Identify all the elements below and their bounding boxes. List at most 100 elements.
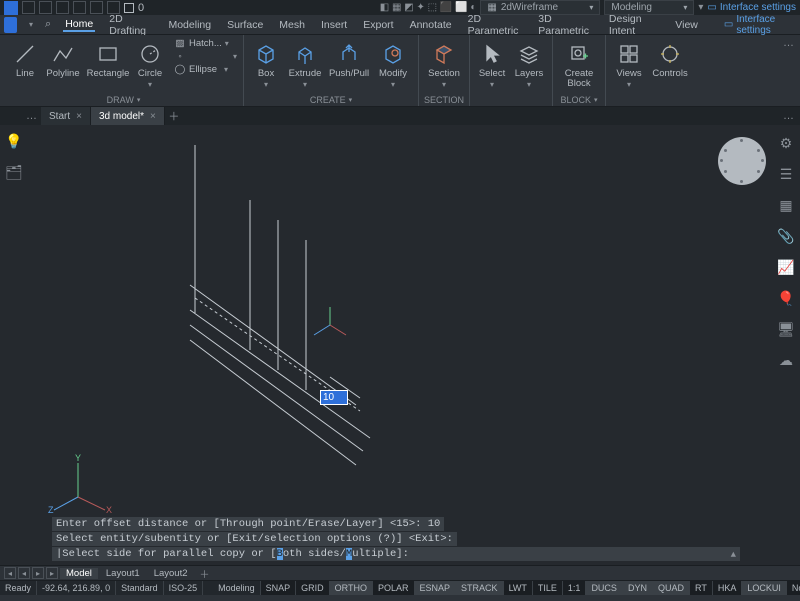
tabstrip-overflow-icon[interactable]: … [777,107,800,125]
menu-modeling[interactable]: Modeling [166,19,213,31]
layers-panel-icon[interactable]: ☰ [780,166,793,183]
chevron-down-icon[interactable]: ▾ [29,20,33,29]
tab-nav-first[interactable]: ◂ [4,567,16,579]
tool-section[interactable]: Section ▾ [423,37,465,91]
qa-button[interactable] [56,1,69,14]
menu-design-intent[interactable]: Design Intent [607,13,661,37]
toggle-lwt[interactable]: LWT [504,581,533,595]
toggle-hka[interactable]: HKA [713,581,743,595]
layout-tab-layout2[interactable]: Layout2 [148,568,194,579]
chevron-down-icon: ▾ [148,80,152,89]
toggle-snap[interactable]: SNAP [261,581,297,595]
tool-views[interactable]: Views ▾ [610,37,648,91]
tool-hatch[interactable]: ▨Hatch...▾ [172,37,239,50]
tool-ellipse[interactable]: ◯Ellipse▾ [172,63,239,76]
tab-nav-prev[interactable]: ◂ [18,567,30,579]
close-icon[interactable]: × [76,111,82,122]
chevron-down-icon: ▾ [627,80,631,89]
tool-rectangle[interactable]: Rectangle [84,37,132,81]
interface-settings-link-2[interactable]: ▭ Interface settings [724,14,796,36]
interface-settings-label: Interface settings [736,14,796,36]
quick-icons[interactable]: ◧ ▦ ◩ ✦ ⬚ ⬛ ⬜ ◐ [380,2,477,13]
chevron-down-icon: ▾ [391,80,395,89]
tool-modify[interactable]: Modify ▾ [372,37,414,91]
menu-home[interactable]: Home [63,18,95,32]
qa-button[interactable] [39,1,52,14]
tab-nav-last[interactable]: ▸ [46,567,58,579]
distance-input[interactable]: 10 [320,390,348,405]
tab-start[interactable]: Start × [41,107,91,125]
toggle-tile[interactable]: TILE [533,581,563,595]
toggle-ducs[interactable]: DUCS [586,581,623,595]
toggle-scale[interactable]: 1:1 [563,581,587,595]
menu-annotate[interactable]: Annotate [408,19,454,31]
ucs-gizmo[interactable]: Y X Z [50,455,110,515]
toggle-grid[interactable]: GRID [296,581,330,595]
tool-circle[interactable]: Circle ▾ [132,37,168,91]
menu-mesh[interactable]: Mesh [277,19,307,31]
balloon-icon[interactable]: 🎈 [777,290,794,307]
chevron-down-icon: ▾ [442,80,446,89]
tool-extrude[interactable]: Extrude ▾ [284,37,326,91]
interface-settings-link[interactable]: ▭ Interface settings [707,2,796,13]
toggle-lockui[interactable]: LOCKUI [742,581,787,595]
chevron-down-icon[interactable]: ▾ [698,2,703,13]
command-input[interactable]: |Select side for parallel copy or [Both … [52,547,740,561]
app-menu-button[interactable] [4,17,17,33]
close-icon[interactable]: × [150,111,156,122]
menu-3d-parametric[interactable]: 3D Parametric [536,13,595,37]
qa-button[interactable] [22,1,35,14]
settings-icon[interactable]: ⚙ [780,135,793,152]
axis-label-y: Y [75,453,81,463]
tool-create-block[interactable]: Create Block [557,37,601,91]
toggle-esnap[interactable]: ESNAP [415,581,457,595]
menu-insert[interactable]: Insert [319,19,349,31]
group-label-create[interactable]: CREATE▾ [248,94,414,106]
status-iso[interactable]: ISO-25 [164,581,204,595]
group-label-draw[interactable]: DRAW▾ [8,94,239,106]
menu-view[interactable]: View [673,19,700,31]
viewport[interactable]: 💡 🗂 ⚙ ☰ ▦ 📎 📈 🎈 🖥 ☁ [0,125,800,565]
menu-2d-parametric[interactable]: 2D Parametric [466,13,525,37]
tool-pushpull[interactable]: Push/Pull [326,37,372,81]
bulb-icon[interactable]: 💡 [5,133,22,150]
grid-icon[interactable]: ▦ [779,197,792,214]
layout-tab-add[interactable]: ＋ [196,566,214,581]
scroll-up-icon[interactable]: ▲ [731,550,736,560]
status-none[interactable]: None [787,581,800,595]
toggle-polar[interactable]: POLAR [373,581,415,595]
layout-tab-model[interactable]: Model [60,568,98,579]
tab-3d-model[interactable]: 3d model* × [91,107,165,125]
layout-tab-layout1[interactable]: Layout1 [100,568,146,579]
qa-button[interactable] [73,1,86,14]
tool-line[interactable]: Line [8,37,42,81]
toggle-quad[interactable]: QUAD [653,581,690,595]
toggle-strack[interactable]: STRACK [456,581,504,595]
attach-icon[interactable]: 📎 [777,228,794,245]
group-label-block[interactable]: BLOCK▾ [557,94,601,106]
tool-select[interactable]: Select ▾ [474,37,510,91]
tool-boundary[interactable]: ◦▾ [172,50,239,63]
tab-overflow-icon[interactable]: … [22,107,41,125]
monitor-icon[interactable]: 🖥 [777,321,795,338]
tool-box[interactable]: Box ▾ [248,37,284,91]
menu-2d-drafting[interactable]: 2D Drafting [107,13,154,37]
toggle-rt[interactable]: RT [690,581,713,595]
cloud-icon[interactable]: ☁ [779,352,793,369]
chart-icon[interactable]: 📈 [777,259,794,276]
tool-layers[interactable]: Layers ▾ [510,37,548,91]
toggle-ortho[interactable]: ORTHO [330,581,373,595]
tab-add-button[interactable]: ＋ [165,107,183,125]
status-workspace[interactable]: Modeling [213,581,261,595]
structure-icon[interactable]: 🗂 [5,164,23,181]
tab-nav-next[interactable]: ▸ [32,567,44,579]
status-dimstyle[interactable]: Standard [116,581,164,595]
menu-export[interactable]: Export [361,19,395,31]
toggle-dyn[interactable]: DYN [623,581,653,595]
tool-controls[interactable]: Controls [648,37,692,81]
menu-surface[interactable]: Surface [225,19,265,31]
tool-polyline[interactable]: Polyline [42,37,84,81]
ribbon-overflow-icon[interactable]: … [783,37,794,49]
search-icon[interactable]: ⌕ [45,18,51,31]
qa-button[interactable] [90,1,103,14]
